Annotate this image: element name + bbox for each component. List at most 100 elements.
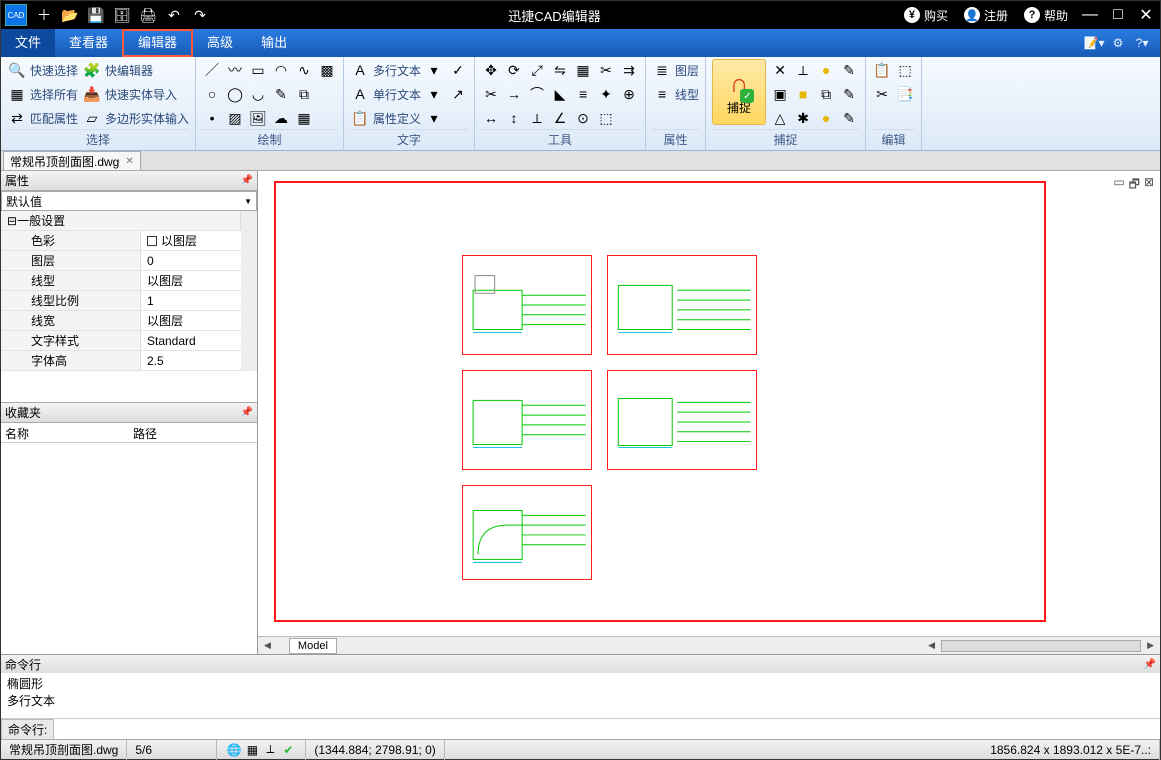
scale-icon[interactable]: ⤢ xyxy=(527,60,547,80)
document-tab[interactable]: 常规吊顶剖面图.dwg✕ xyxy=(3,151,141,170)
snap5-icon[interactable]: ▣ xyxy=(770,84,790,104)
status-icon4[interactable]: ✔ xyxy=(279,742,297,758)
snap10-icon[interactable]: ✱ xyxy=(793,108,813,128)
menu-viewer[interactable]: 查看器 xyxy=(55,29,122,57)
snap11-icon[interactable]: ● xyxy=(816,108,836,128)
saveas-icon[interactable]: 🗄 xyxy=(109,1,135,29)
circle-icon[interactable]: ○ xyxy=(202,84,222,104)
redo-icon[interactable]: ↷ xyxy=(187,1,213,29)
snap1-icon[interactable]: ✕ xyxy=(770,60,790,80)
prop-row[interactable]: 线宽以图层 xyxy=(1,311,241,331)
status-icon3[interactable]: ⟂ xyxy=(261,742,279,758)
status-icon2[interactable]: ▦ xyxy=(243,742,261,758)
menu-output[interactable]: 输出 xyxy=(247,29,301,57)
snap8-icon[interactable]: ✎ xyxy=(839,84,859,104)
menu-file[interactable]: 文件 xyxy=(1,29,55,57)
offset-icon[interactable]: ⇉ xyxy=(619,60,639,80)
explode-icon[interactable]: ✦ xyxy=(596,84,616,104)
status-icon1[interactable]: 🌐 xyxy=(225,742,243,758)
dim6-icon[interactable]: ⬚ xyxy=(596,108,616,128)
model-tab[interactable]: Model xyxy=(289,638,337,654)
menu-opt1-icon[interactable]: 📝▾ xyxy=(1082,31,1106,55)
solid-import-button[interactable]: 📥快速实体导入 xyxy=(82,83,189,105)
dim-icon[interactable]: ↔ xyxy=(481,108,501,128)
mtext-button[interactable]: A多行文本▾ xyxy=(350,59,444,81)
cut-icon[interactable]: ✂ xyxy=(872,84,892,104)
break-icon[interactable]: ✂ xyxy=(596,60,616,80)
edit-tool1-icon[interactable]: ⬚ xyxy=(895,60,915,80)
register-button[interactable]: 👤注册 xyxy=(956,1,1016,29)
prop-row[interactable]: 线型比例1 xyxy=(1,291,241,311)
snap3-icon[interactable]: ● xyxy=(816,60,836,80)
buy-button[interactable]: ¥购买 xyxy=(896,1,956,29)
image-icon[interactable]: 🖼 xyxy=(248,108,268,128)
print-icon[interactable]: 🖨 xyxy=(135,1,161,29)
menu-opt2-icon[interactable]: ⚙ xyxy=(1106,31,1130,55)
snap2-icon[interactable]: ⟂ xyxy=(793,60,813,80)
attrdef-button[interactable]: 📋属性定义▾ xyxy=(350,107,444,129)
canvas-max-icon[interactable]: 🗗 xyxy=(1129,175,1140,196)
rect-icon[interactable]: ▭ xyxy=(248,60,268,80)
pin-icon[interactable]: 📌 xyxy=(1144,659,1156,670)
snap-button[interactable]: ∩✓ 捕捉 xyxy=(712,59,766,125)
tab-close-icon[interactable]: ✕ xyxy=(125,156,133,167)
open-icon[interactable]: 📂 xyxy=(57,1,83,29)
snap12-icon[interactable]: ✎ xyxy=(839,108,859,128)
polyline-icon[interactable]: 〰 xyxy=(225,60,245,80)
new-icon[interactable]: ＋ xyxy=(31,1,57,29)
prop-category[interactable]: ⊟ 一般设置 xyxy=(1,211,241,231)
poly-input-button[interactable]: ▱多边形实体输入 xyxy=(82,107,189,129)
edit-tool2-icon[interactable]: 📑 xyxy=(895,84,915,104)
arc-icon[interactable]: ◠ xyxy=(271,60,291,80)
fillet-icon[interactable]: ⌒ xyxy=(527,84,547,104)
move-icon[interactable]: ✥ xyxy=(481,60,501,80)
canvas-restore-icon[interactable]: ▭ xyxy=(1113,175,1124,196)
paste-icon[interactable]: 📋 xyxy=(872,60,892,80)
quick-select-button[interactable]: 🔍快速选择 xyxy=(7,59,78,81)
ellipse-icon[interactable]: ◯ xyxy=(225,84,245,104)
mirror-icon[interactable]: ⇋ xyxy=(550,60,570,80)
pin-icon[interactable]: 📌 xyxy=(241,175,253,186)
menu-editor[interactable]: 编辑器 xyxy=(122,29,193,57)
help-button[interactable]: ?帮助 xyxy=(1016,1,1076,29)
menu-help-icon[interactable]: ?▾ xyxy=(1130,31,1154,55)
hscrollbar[interactable] xyxy=(941,640,1141,652)
props-type-select[interactable]: 默认值▼ xyxy=(1,191,257,211)
line-icon[interactable]: ／ xyxy=(202,60,222,80)
spline-icon[interactable]: ∿ xyxy=(294,60,314,80)
arc2-icon[interactable]: ◡ xyxy=(248,84,268,104)
align-icon[interactable]: ≡ xyxy=(573,84,593,104)
prop-row[interactable]: 线型以图层 xyxy=(1,271,241,291)
dim4-icon[interactable]: ∠ xyxy=(550,108,570,128)
dim3-icon[interactable]: ⟂ xyxy=(527,108,547,128)
canvas-close-icon[interactable]: ⊠ xyxy=(1144,175,1154,196)
drawing-canvas[interactable]: ▭🗗⊠ xyxy=(262,175,1156,632)
tab-prev-icon[interactable]: ◀ xyxy=(258,640,277,651)
pin-icon[interactable]: 📌 xyxy=(241,407,253,418)
dim2-icon[interactable]: ↕ xyxy=(504,108,524,128)
extend-icon[interactable]: → xyxy=(504,84,524,104)
trim-icon[interactable]: ✂ xyxy=(481,84,501,104)
array-icon[interactable]: ▦ xyxy=(573,60,593,80)
snap7-icon[interactable]: ⧉ xyxy=(816,84,836,104)
stext-button[interactable]: A单行文本▾ xyxy=(350,83,444,105)
fill-icon[interactable]: ▨ xyxy=(225,108,245,128)
close-icon[interactable]: ✕ xyxy=(1132,1,1160,29)
table-icon[interactable]: ▦ xyxy=(294,108,314,128)
snap6-icon[interactable]: ■ xyxy=(793,84,813,104)
prop-row[interactable]: 图层0 xyxy=(1,251,241,271)
text-tool1-icon[interactable]: ✓ xyxy=(448,60,468,80)
dim5-icon[interactable]: ⊙ xyxy=(573,108,593,128)
scroll-right-icon[interactable]: ▶ xyxy=(1141,640,1160,651)
brush-icon[interactable]: ✎ xyxy=(271,84,291,104)
rotate-icon[interactable]: ⟳ xyxy=(504,60,524,80)
cloud-icon[interactable]: ☁ xyxy=(271,108,291,128)
layer-button[interactable]: ≣图层 xyxy=(652,59,699,81)
command-input[interactable] xyxy=(54,720,1160,738)
snap9-icon[interactable]: △ xyxy=(770,108,790,128)
ltype-button[interactable]: ≡线型 xyxy=(652,83,699,105)
join-icon[interactable]: ⊕ xyxy=(619,84,639,104)
undo-icon[interactable]: ↶ xyxy=(161,1,187,29)
scroll-left-icon[interactable]: ◀ xyxy=(922,640,941,651)
match-props-button[interactable]: ⇄匹配属性 xyxy=(7,107,78,129)
